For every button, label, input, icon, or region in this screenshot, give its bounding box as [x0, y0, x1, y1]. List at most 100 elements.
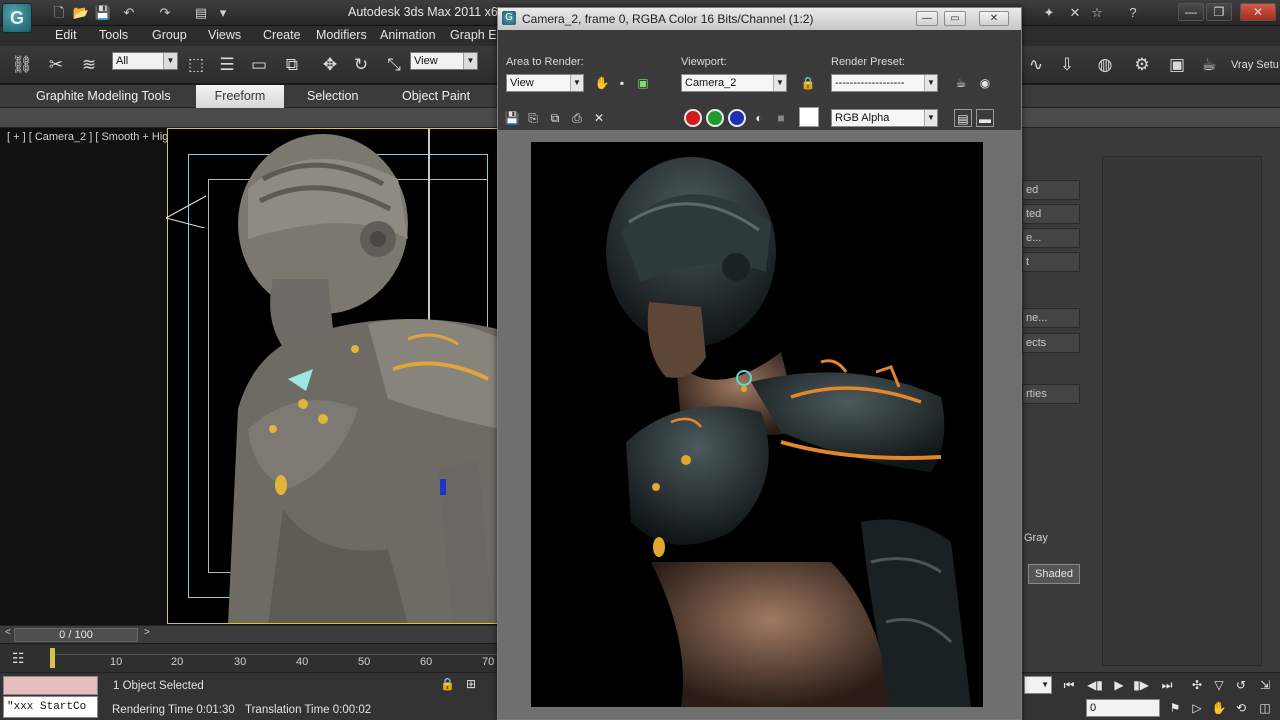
project-folder-icon[interactable]: ▤: [192, 5, 210, 21]
material-editor-icon[interactable]: ◍: [1093, 54, 1117, 76]
maximize-button[interactable]: ❐: [1206, 3, 1232, 21]
rendered-frame-window[interactable]: G Camera_2, frame 0, RGBA Color 16 Bits/…: [497, 7, 1022, 720]
render-preset-dropdown[interactable]: ------------------- ▼: [831, 74, 938, 92]
minimize-button[interactable]: —: [1178, 3, 1204, 21]
toggle-ui-overlay-icon[interactable]: ▤: [954, 109, 972, 127]
favorites-star-icon[interactable]: ☆: [1088, 5, 1106, 21]
chevron-right-icon[interactable]: >: [144, 627, 150, 638]
select-by-name-icon[interactable]: ☰: [215, 54, 239, 76]
help-icon[interactable]: ?: [1124, 5, 1142, 21]
edit-region-hand-icon[interactable]: ✋: [593, 74, 611, 92]
maxscript-mini-listener[interactable]: "xxx StartCo: [3, 696, 98, 718]
render-window-close-button[interactable]: ✕: [979, 11, 1009, 26]
zoom-extents-icon[interactable]: ✣: [1188, 676, 1206, 694]
schematic-view-icon[interactable]: ⇩: [1055, 54, 1079, 76]
viewport-lock-icon[interactable]: 🔒: [799, 74, 817, 92]
search-binoculars-icon[interactable]: ✦: [1040, 5, 1058, 21]
rollout-tab-1[interactable]: ed: [1022, 180, 1080, 200]
tab-selection[interactable]: Selection: [299, 85, 366, 108]
time-configuration-icon[interactable]: ⚑: [1166, 699, 1184, 717]
link-icon[interactable]: ⛓: [10, 54, 34, 76]
menu-edit[interactable]: Edit: [55, 28, 77, 42]
close-button[interactable]: ✕: [1240, 3, 1276, 21]
menu-create[interactable]: Create: [263, 28, 301, 42]
go-to-start-icon[interactable]: ⏮: [1060, 676, 1078, 694]
menu-views[interactable]: Views: [208, 28, 241, 42]
pan-hand-icon[interactable]: ✋: [1210, 699, 1228, 717]
dolly-icon[interactable]: ▷: [1188, 699, 1206, 717]
subscription-icon[interactable]: ✕: [1066, 5, 1084, 21]
rotate-icon[interactable]: ↻: [349, 54, 373, 76]
go-to-end-icon[interactable]: ⏭: [1158, 676, 1176, 694]
render-window-title-bar[interactable]: G Camera_2, frame 0, RGBA Color 16 Bits/…: [498, 8, 1021, 30]
undo-icon[interactable]: ↶: [120, 5, 138, 21]
viewport-dropdown[interactable]: Camera_2 ▼: [681, 74, 787, 92]
current-frame-field[interactable]: 0: [1086, 699, 1160, 717]
clone-window-icon[interactable]: ⧉: [546, 109, 564, 127]
red-channel-toggle[interactable]: [684, 109, 702, 127]
time-slider[interactable]: < 0 / 100 >: [0, 625, 500, 643]
trackbar[interactable]: ☷ 10 20 30 40 50 60 70: [0, 644, 500, 672]
unlink-icon[interactable]: ✂: [44, 54, 68, 76]
time-slider-thumb[interactable]: 0 / 100: [14, 628, 138, 642]
render-region-icon[interactable]: ▣: [634, 74, 652, 92]
area-to-render-dropdown[interactable]: View ▼: [506, 74, 584, 92]
menu-modifiers[interactable]: Modifiers: [316, 28, 367, 42]
menu-tools[interactable]: Tools: [99, 28, 128, 42]
render-window-minimize-button[interactable]: —: [916, 11, 938, 26]
rollout-tab-7[interactable]: rties: [1022, 384, 1080, 404]
vray-setup-label[interactable]: Vray Setu: [1231, 59, 1279, 71]
select-object-icon[interactable]: ⬚: [184, 54, 208, 76]
blue-channel-toggle[interactable]: [728, 109, 746, 127]
rollout-tab-3[interactable]: e...: [1022, 228, 1080, 248]
open-file-icon[interactable]: 📂: [72, 5, 90, 21]
roll-icon[interactable]: ⟲: [1232, 699, 1250, 717]
menu-group[interactable]: Group: [152, 28, 187, 42]
save-image-icon[interactable]: 💾: [503, 109, 521, 127]
tab-object-paint[interactable]: Object Paint: [394, 85, 478, 108]
shaded-button[interactable]: Shaded: [1028, 564, 1080, 584]
window-crossing-icon[interactable]: ⧉: [280, 54, 304, 76]
copy-image-icon[interactable]: ⎘: [524, 109, 542, 127]
lock-icon[interactable]: 🔒: [440, 677, 456, 693]
environment-effects-icon[interactable]: ◉: [976, 74, 994, 92]
rollout-tab-2[interactable]: ted: [1022, 204, 1080, 224]
min-max-toggle-icon[interactable]: ◫: [1256, 699, 1274, 717]
rectangular-selection-icon[interactable]: ▭: [247, 54, 271, 76]
auto-region-icon[interactable]: ▪: [613, 74, 631, 92]
move-icon[interactable]: ✥: [318, 54, 342, 76]
rendered-frame-window-icon[interactable]: ▣: [1165, 54, 1189, 76]
absolute-mode-icon[interactable]: ⊞: [466, 677, 482, 693]
menu-graph-editors[interactable]: Graph E: [450, 28, 497, 42]
render-window-maximize-button[interactable]: ▭: [944, 11, 966, 26]
render-canvas-area[interactable]: [498, 130, 1021, 719]
bind-spacewarp-icon[interactable]: ≋: [77, 54, 101, 76]
clear-image-icon[interactable]: ✕: [590, 109, 608, 127]
next-frame-icon[interactable]: ▮▶: [1132, 676, 1150, 694]
toggle-ui-icon[interactable]: ▬: [976, 109, 994, 127]
tab-freeform[interactable]: Freeform: [196, 85, 284, 108]
previous-frame-icon[interactable]: ◀▮: [1086, 676, 1104, 694]
print-image-icon[interactable]: ⎙: [568, 109, 586, 127]
render-setup-icon[interactable]: ⚙: [1130, 54, 1154, 76]
rollout-tab-6[interactable]: ects: [1022, 333, 1080, 353]
tab-graphite-modeling-tools[interactable]: Graphite Modeling Tools: [28, 85, 179, 108]
display-channel-dropdown[interactable]: RGB Alpha ▼: [831, 109, 938, 127]
selection-filter-dropdown[interactable]: All ▼: [112, 52, 178, 70]
menu-animation[interactable]: Animation: [380, 28, 436, 42]
maxscript-listener-output[interactable]: [3, 676, 98, 695]
green-channel-toggle[interactable]: [706, 109, 724, 127]
new-file-icon[interactable]: 🗋: [50, 5, 68, 21]
color-swatch[interactable]: [799, 107, 819, 127]
redo-icon[interactable]: ↷: [156, 5, 174, 21]
curve-editor-icon[interactable]: ∿: [1024, 54, 1048, 76]
render-setup-teapot-icon[interactable]: ☕: [952, 74, 970, 92]
rollout-tab-4[interactable]: t: [1022, 252, 1080, 272]
chevron-left-icon[interactable]: <: [5, 627, 11, 638]
save-file-icon[interactable]: 💾: [94, 5, 112, 21]
reference-coord-dropdown[interactable]: View ▼: [410, 52, 478, 70]
orbit-icon[interactable]: ↺: [1232, 676, 1250, 694]
monochrome-icon[interactable]: ■: [772, 109, 790, 127]
render-production-icon[interactable]: ☕: [1197, 54, 1221, 76]
application-menu-button[interactable]: G: [2, 3, 32, 33]
